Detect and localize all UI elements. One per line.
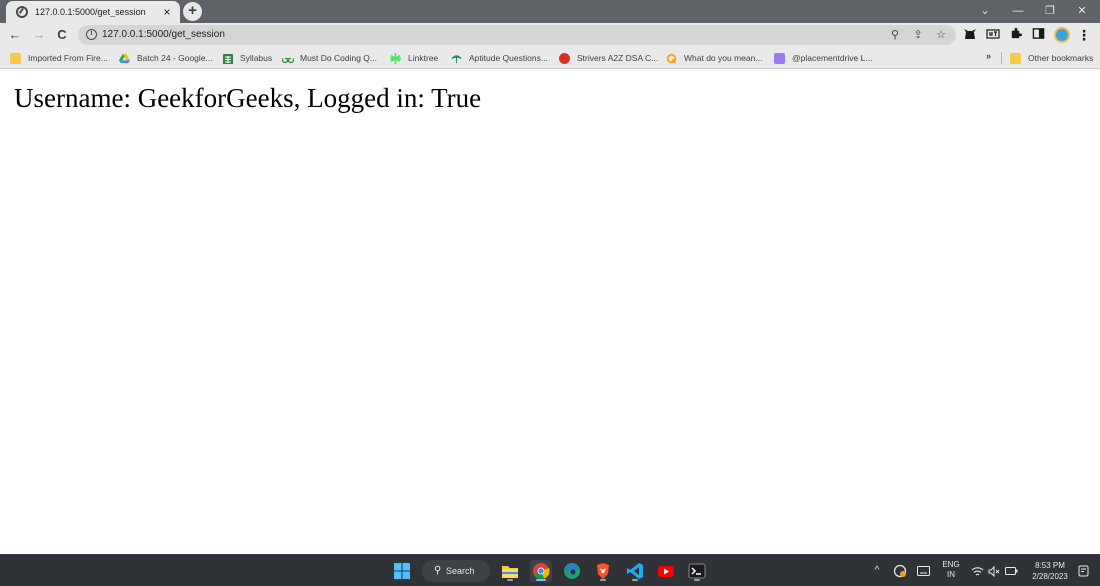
battery-icon[interactable] — [1003, 560, 1019, 584]
vscode-icon[interactable] — [624, 560, 646, 582]
bookmarks-divider — [1001, 52, 1002, 64]
folder-icon — [10, 52, 21, 64]
extension-ut-icon[interactable] — [985, 27, 1001, 43]
quora-icon — [666, 53, 677, 64]
linktree-icon — [390, 52, 401, 64]
globe-icon — [16, 6, 28, 18]
system-clock[interactable]: 8:53 PM 2/28/2023 — [1024, 560, 1076, 582]
show-hidden-icons-chevron-icon[interactable]: ^ — [870, 560, 884, 582]
bookmark-item[interactable]: Must Do Coding Q... — [281, 51, 378, 65]
tab-strip: 127.0.0.1:5000/get_session × + ⌄ — ❐ ✕ — [0, 0, 1100, 23]
new-tab-button[interactable]: + — [183, 2, 202, 21]
gfg-icon — [281, 53, 295, 64]
search-icon: ⚲ — [434, 565, 442, 576]
bookmark-label: Linktree — [408, 53, 439, 63]
active-indicator — [536, 579, 546, 581]
windows-taskbar: ⚲ Search ^ ENG IN 8:53 PM 2/28/2023 — [0, 554, 1100, 586]
bookmark-item[interactable]: Syllabus — [222, 51, 272, 65]
other-bookmarks-label: Other bookmarks — [1028, 53, 1094, 63]
bookmark-item[interactable]: @placementdrive L... — [774, 51, 872, 65]
other-bookmarks-folder[interactable]: Other bookmarks — [1010, 51, 1093, 65]
browser-toolbar: ← → C i 127.0.0.1:5000/get_session ⚲ ⇪ ☆… — [0, 23, 1100, 47]
tab-title: 127.0.0.1:5000/get_session — [35, 7, 146, 17]
language-indicator[interactable]: ENG IN — [940, 560, 962, 580]
profile-avatar[interactable] — [1054, 27, 1070, 43]
bookmark-star-icon[interactable]: ☆ — [934, 28, 948, 42]
brave-icon[interactable] — [592, 560, 614, 582]
language-code: ENG — [942, 560, 960, 569]
notifications-icon[interactable] — [1076, 560, 1090, 585]
keyboard-icon[interactable] — [915, 560, 931, 584]
bookmark-label: Imported From Fire... — [28, 53, 108, 63]
tab-search-icon[interactable]: ⌄ — [971, 2, 999, 20]
forward-button[interactable]: → — [30, 26, 48, 44]
bookmark-label: @placementdrive L... — [792, 53, 873, 63]
region-code: IN — [947, 570, 955, 579]
chrome-icon[interactable] — [530, 560, 552, 582]
extension-cat-icon[interactable] — [962, 27, 978, 43]
indiabix-icon — [451, 53, 462, 64]
bookmark-item[interactable]: Strivers A2Z DSA C... — [559, 51, 658, 65]
bookmark-item[interactable]: Linktree — [390, 51, 438, 65]
running-indicator — [694, 579, 700, 581]
taskbar-search-label: Search — [446, 566, 475, 576]
tab-close-icon[interactable]: × — [160, 5, 174, 19]
bookmark-item[interactable]: Batch 24 - Google... — [119, 51, 213, 65]
bookmarks-bar: Imported From Fire... Batch 24 - Google.… — [0, 47, 1100, 69]
start-button[interactable] — [391, 560, 413, 582]
share-icon[interactable]: ⇪ — [911, 28, 925, 42]
running-indicator — [632, 579, 638, 581]
address-bar[interactable]: i 127.0.0.1:5000/get_session ⚲ ⇪ ☆ — [78, 25, 956, 45]
terminal-icon[interactable] — [686, 560, 708, 582]
bookmark-label: What do you mean... — [684, 53, 763, 63]
bookmarks-overflow-button[interactable]: » — [986, 51, 991, 61]
close-window-button[interactable]: ✕ — [1068, 2, 1096, 20]
menu-icon[interactable]: ⋮ — [1076, 27, 1092, 43]
sheet-icon — [222, 53, 233, 64]
page-content: Username: GeekforGeeks, Logged in: True — [0, 69, 1100, 554]
tuf-icon — [559, 52, 570, 64]
browser-tab[interactable]: 127.0.0.1:5000/get_session × — [6, 1, 180, 23]
volume-muted-icon[interactable] — [986, 560, 1002, 585]
bookmark-label: Batch 24 - Google... — [137, 53, 213, 63]
side-panel-icon[interactable] — [1030, 27, 1046, 43]
telegram-icon — [774, 52, 785, 64]
running-indicator — [507, 579, 513, 581]
taskbar-search[interactable]: ⚲ Search — [422, 560, 490, 582]
folder-icon — [1010, 52, 1021, 64]
bookmark-label: Must Do Coding Q... — [300, 53, 378, 63]
back-button[interactable]: ← — [6, 26, 24, 44]
file-explorer-icon[interactable] — [499, 560, 521, 582]
zoom-icon[interactable]: ⚲ — [888, 28, 902, 42]
reload-button[interactable]: C — [53, 26, 71, 44]
bookmark-label: Syllabus — [240, 53, 273, 63]
bookmark-item[interactable]: Aptitude Questions... — [451, 51, 548, 65]
bookmark-label: Aptitude Questions... — [469, 53, 548, 63]
site-info-icon[interactable]: i — [86, 29, 97, 40]
clock-time: 8:53 PM — [1035, 561, 1065, 570]
wifi-icon[interactable] — [969, 560, 985, 585]
drive-icon — [119, 53, 130, 64]
extensions-puzzle-icon[interactable] — [1007, 27, 1023, 43]
running-indicator — [600, 579, 606, 581]
tray-app-icon[interactable] — [892, 560, 908, 586]
clock-date: 2/28/2023 — [1032, 572, 1068, 581]
edge-icon[interactable] — [561, 560, 583, 582]
youtube-icon[interactable] — [655, 560, 677, 582]
restore-button[interactable]: ❐ — [1036, 2, 1064, 20]
bookmark-item[interactable]: Imported From Fire... — [10, 51, 108, 65]
bookmark-label: Strivers A2Z DSA C... — [577, 53, 659, 63]
minimize-button[interactable]: — — [1004, 2, 1032, 20]
url-text[interactable]: 127.0.0.1:5000/get_session — [102, 29, 225, 40]
bookmark-item[interactable]: What do you mean... — [666, 51, 762, 65]
session-status-text: Username: GeekforGeeks, Logged in: True — [14, 83, 482, 113]
